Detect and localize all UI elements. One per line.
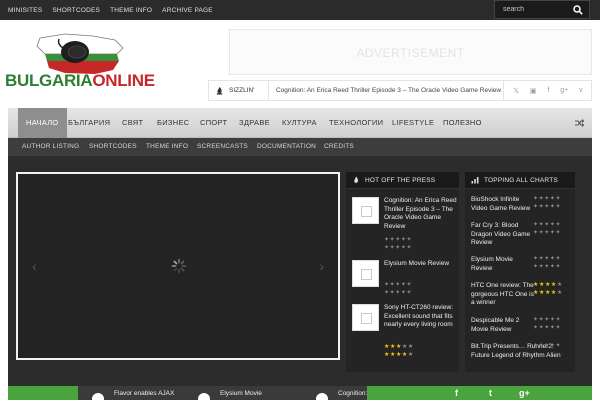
loading-spinner-icon [171,258,187,274]
googleplus-icon[interactable]: g+ [519,388,530,398]
hot-off-the-press-widget: HOT OFF THE PRESS Cognition: An Erica Re… [346,172,459,372]
nav-item-culture[interactable]: КУЛТУРА [282,108,317,138]
slider-next-icon[interactable]: › [319,258,324,274]
rating-stars: ★★★★★ [384,344,414,350]
article-title[interactable]: Sony HT-CT260 review: Excellent sound th… [384,304,458,330]
subnav-screencasts[interactable]: SCREENCASTS [197,138,248,156]
news-ticker: SIZZLIN' Cognition: An Erica Reed Thrill… [208,80,592,101]
rating-stars: ✦✦✦✦✦ [533,196,562,202]
header-social-links: 𝕏 ▣ f g+ v [503,81,592,100]
main-nav: НАЧАЛО БЪЛГАРИЯ СВЯТ БИЗНЕС СПОРТ ЗДРАВЕ… [8,108,592,138]
article-title[interactable]: Elysium Movie Review [384,260,458,269]
facebook-icon[interactable]: f [547,87,549,94]
topping-all-charts-widget: TOPPING ALL CHARTS BioShock Infinite Vid… [465,172,575,372]
bullet-icon [92,393,104,400]
rating-stars: ✦✦✦✦✦ [384,237,413,243]
nav-item-bulgaria[interactable]: БЪЛГАРИЯ [68,108,110,138]
rating-stars: ✦✦✦✦✦ [533,256,562,262]
googleplus-icon[interactable]: g+ [560,87,568,94]
topnav-minisites[interactable]: MINISITES [8,7,42,14]
nav-item-lifestyle[interactable]: LIFESTYLE [392,108,434,138]
footer-strip: Flavor enables AJAX Elysium Movie Cognit… [8,386,592,400]
search-input[interactable] [495,1,573,18]
fire-icon [354,176,358,183]
subnav-theme-info[interactable]: THEME INFO [146,138,188,156]
rating-stars: ✦✦✦✦✦ [533,204,562,210]
twitter-icon[interactable]: t [489,388,492,398]
logo-text[interactable]: BULGARIAONLINE [5,71,155,91]
article-title[interactable]: HTC One review: The gorgeous HTC One is … [471,282,535,308]
twitter-icon[interactable]: 𝕏 [513,87,519,95]
list-item[interactable]: Elysium Movie Review ✦✦✦✦✦ ✦✦✦✦✦ [471,256,571,273]
rating-stars: ✦✦✦✦✦ [384,290,413,296]
footer-item[interactable]: Flavor enables AJAX [114,390,174,397]
bar-chart-icon [471,177,479,184]
footer-item[interactable]: Elysium Movie [220,390,262,397]
vimeo-icon[interactable]: v [579,87,583,94]
sub-nav: AUTHOR LISTING SHORTCODES THEME INFO SCR… [8,138,592,156]
top-bar: MINISITES SHORTCODES THEME INFO ARCHIVE … [0,0,600,20]
nav-item-sport[interactable]: СПОРТ [200,108,227,138]
rating-stars: ✦✦✦✦✦ [533,230,562,236]
rating-stars: ✦✦✦✦✦ [533,325,562,331]
subnav-author-listing[interactable]: AUTHOR LISTING [22,138,79,156]
search-box [494,0,590,19]
shuffle-icon[interactable] [574,118,584,128]
rating-stars: ✦✦✦✦✦ [533,264,562,270]
article-title[interactable]: Far Cry 3: Blood Dragon Video Game Revie… [471,222,535,248]
top-nav: MINISITES SHORTCODES THEME INFO ARCHIVE … [8,0,223,20]
nav-item-home[interactable]: НАЧАЛО [18,108,67,138]
footer-accent [8,386,78,400]
nav-item-useful[interactable]: ПОЛЕЗНО [443,108,482,138]
thumbnail-image-icon[interactable] [352,260,379,287]
nav-item-world[interactable]: СВЯТ [122,108,143,138]
topnav-shortcodes[interactable]: SHORTCODES [52,7,100,14]
widget-title: HOT OFF THE PRESS [346,172,459,189]
topnav-theme-info[interactable]: THEME INFO [110,7,152,14]
nav-item-technologies[interactable]: ТЕХНОЛОГИИ [329,108,383,138]
article-title[interactable]: Elysium Movie Review [471,256,535,273]
advertisement-label: ADVERTISEMENT [356,46,465,60]
list-item[interactable]: Far Cry 3: Blood Dragon Video Game Revie… [471,222,571,248]
nav-item-health[interactable]: ЗДРАВЕ [239,108,270,138]
footer-social-bar: f t g+ [367,386,592,400]
instagram-icon[interactable]: ▣ [530,87,537,95]
bullet-icon [198,393,210,400]
bullet-icon [316,393,328,400]
rating-stars: ★★★★★ [384,352,414,358]
content-area: ‹ › HOT OFF THE PRESS Cognition: An Eric… [8,156,592,386]
thumbnail-image-icon[interactable] [352,304,379,331]
rating-stars: ★★★★★ [533,282,563,288]
subnav-credits[interactable]: CREDITS [324,138,354,156]
list-item[interactable]: BioShock Infinite Video Game Review ✦✦✦✦… [471,196,571,213]
rating-stars: ★★★★★ [533,290,563,296]
topnav-archive-page[interactable]: ARCHIVE PAGE [162,7,213,14]
thumbnail-image-icon[interactable] [352,197,379,224]
article-title[interactable]: Cognition: An Erica Reed Thriller Episod… [384,197,458,231]
article-title[interactable]: BioShock Infinite Video Game Review [471,196,535,213]
rating-stars: ✦✦✦✦✦ [384,245,413,251]
search-icon[interactable] [573,5,583,15]
widget-title: TOPPING ALL CHARTS [465,172,575,189]
advertisement-banner[interactable]: ADVERTISEMENT [229,29,592,75]
ticker-headline[interactable]: Cognition: An Erica Reed Thriller Episod… [276,81,501,100]
rating-stars: ✦✦✦✦✦ [384,282,413,288]
list-item[interactable]: Despicable Me 2 Movie Review ✦✦✦✦✦ ✦✦✦✦✦ [471,317,571,334]
featured-slider[interactable]: ‹ › [16,172,340,360]
rating-stars: ✦✦✦✦✦ [533,317,562,323]
list-item[interactable]: Bit.Trip Presents… Runner2: Future Legen… [471,343,571,360]
subnav-documentation[interactable]: DOCUMENTATION [257,138,316,156]
list-item[interactable]: HTC One review: The gorgeous HTC One is … [471,282,571,308]
ticker-label: SIZZLIN' [209,81,269,100]
rating-stars: ✦✦✦✦✦ [533,343,562,349]
slider-prev-icon[interactable]: ‹ [32,258,37,274]
nav-item-business[interactable]: БИЗНЕС [157,108,189,138]
article-title[interactable]: Despicable Me 2 Movie Review [471,317,535,334]
rating-stars: ✦✦✦✦✦ [533,222,562,228]
flame-icon [216,86,223,95]
facebook-icon[interactable]: f [455,388,458,398]
subnav-shortcodes[interactable]: SHORTCODES [89,138,137,156]
